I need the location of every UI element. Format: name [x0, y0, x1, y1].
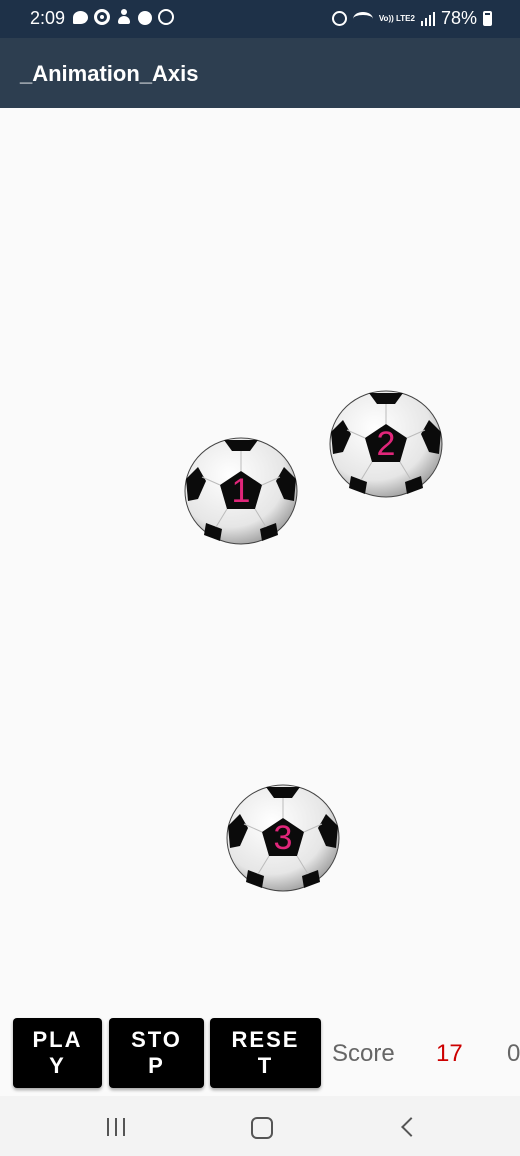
soccer-ball-1[interactable]: 1	[184, 437, 298, 545]
soccer-ball-icon	[329, 390, 443, 498]
alarm-icon	[331, 11, 347, 26]
signal-icon	[420, 11, 435, 26]
recents-icon[interactable]	[101, 1114, 131, 1140]
chat-icon	[73, 11, 88, 24]
battery-icon	[483, 11, 492, 26]
viber-icon	[158, 9, 174, 25]
soccer-ball-3[interactable]: 3	[226, 784, 340, 892]
home-icon[interactable]	[246, 1114, 276, 1140]
score-label: Score	[332, 1040, 395, 1067]
extra-value: 0	[507, 1040, 520, 1067]
person-icon	[116, 9, 132, 25]
notification-icons	[73, 9, 174, 25]
status-time: 2:09	[30, 8, 66, 28]
navigation-bar	[0, 1096, 520, 1156]
app-bar: _Animation_Axis	[0, 38, 520, 108]
volte-indicator: Vo)) LTE2	[378, 13, 415, 23]
battery-percent: 78%	[440, 8, 477, 28]
control-bar: PLA Y STO P RESE T Score 17 0	[12, 1018, 520, 1088]
soccer-ball-icon	[184, 437, 298, 545]
app-title: _Animation_Axis	[20, 61, 199, 86]
wifi-icon	[352, 11, 373, 26]
back-icon[interactable]	[394, 1114, 424, 1140]
play-button[interactable]: PLA Y	[13, 1018, 102, 1088]
system-icons: Vo)) LTE2 78%	[331, 8, 492, 29]
status-bar: 2:09 Vo)) LTE2 78%	[0, 0, 520, 38]
gear-icon	[94, 9, 110, 25]
reset-button[interactable]: RESE T	[210, 1018, 321, 1088]
score-value: 17	[436, 1040, 463, 1067]
timer-icon	[138, 11, 152, 25]
stop-button[interactable]: STO P	[109, 1018, 204, 1088]
soccer-ball-2[interactable]: 2	[329, 390, 443, 498]
soccer-ball-icon	[226, 784, 340, 892]
